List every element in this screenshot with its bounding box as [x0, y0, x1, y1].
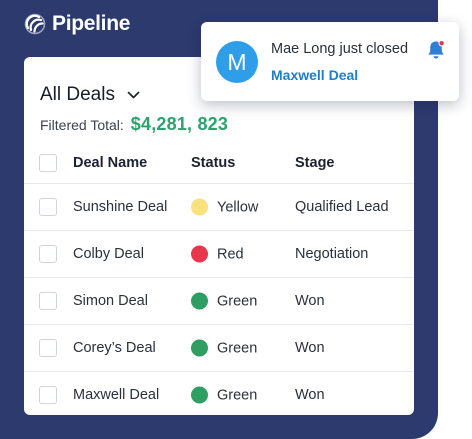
deal-name: Simon Deal	[73, 293, 148, 309]
status-dot-icon	[191, 198, 208, 216]
row-checkbox[interactable]	[39, 245, 57, 263]
deal-name: Colby Deal	[73, 246, 144, 262]
status-label: Yellow	[217, 199, 259, 215]
table-row[interactable]: Corey’s Deal Green Won	[24, 325, 414, 372]
deal-filter-label: All Deals	[40, 84, 115, 105]
deal-status: Green	[191, 386, 258, 404]
deals-panel: All Deals Filtered Total: $4,281, 823 De…	[24, 57, 414, 415]
table-row[interactable]: Maxwell Deal Green Won	[24, 372, 414, 415]
deals-table: Deal Name Status Stage Sunshine Deal Yel…	[24, 143, 414, 415]
row-checkbox[interactable]	[39, 339, 57, 357]
deal-stage: Won	[295, 293, 325, 309]
bell-icon[interactable]	[426, 39, 446, 66]
column-header-stage[interactable]: Stage	[295, 155, 335, 171]
row-checkbox[interactable]	[39, 386, 57, 404]
notification-message: Mae Long just closed	[271, 41, 409, 57]
avatar: M	[216, 41, 258, 83]
column-header-status[interactable]: Status	[191, 155, 235, 171]
filtered-total: Filtered Total: $4,281, 823	[40, 114, 228, 135]
deal-name: Corey’s Deal	[73, 340, 156, 356]
status-label: Green	[217, 340, 258, 356]
deal-status: Yellow	[191, 198, 259, 216]
deal-status: Red	[191, 245, 244, 263]
deal-stage: Negotiation	[295, 246, 369, 262]
select-all-checkbox[interactable]	[39, 154, 57, 172]
table-header: Deal Name Status Stage	[24, 143, 414, 184]
deal-stage: Qualified Lead	[295, 199, 389, 215]
table-row[interactable]: Simon Deal Green Won	[24, 278, 414, 325]
status-dot-icon	[191, 339, 208, 357]
status-dot-icon	[191, 292, 208, 310]
pipeline-logo-icon	[24, 13, 46, 35]
table-row[interactable]: Colby Deal Red Negotiation	[24, 231, 414, 278]
column-header-deal-name[interactable]: Deal Name	[73, 155, 147, 171]
deal-closed-notification[interactable]: M Mae Long just closed Maxwell Deal	[201, 22, 459, 101]
status-label: Green	[217, 293, 258, 309]
deal-stage: Won	[295, 387, 325, 403]
filtered-total-label: Filtered Total:	[40, 117, 124, 133]
status-label: Red	[217, 246, 244, 262]
row-checkbox[interactable]	[39, 292, 57, 310]
row-checkbox[interactable]	[39, 198, 57, 216]
deal-name: Sunshine Deal	[73, 199, 168, 215]
table-row[interactable]: Sunshine Deal Yellow Qualified Lead	[24, 184, 414, 231]
app-name: Pipeline	[52, 12, 131, 35]
app-logo[interactable]: Pipeline	[24, 12, 130, 36]
deal-filter-dropdown[interactable]: All Deals	[40, 84, 140, 106]
deal-name: Maxwell Deal	[73, 387, 160, 403]
notification-deal-link[interactable]: Maxwell Deal	[271, 67, 358, 83]
deal-status: Green	[191, 339, 258, 357]
status-label: Green	[217, 387, 258, 403]
status-dot-icon	[191, 245, 208, 263]
filtered-total-value: $4,281, 823	[130, 114, 229, 134]
deal-status: Green	[191, 292, 258, 310]
deal-stage: Won	[295, 340, 325, 356]
chevron-down-icon	[127, 91, 140, 99]
status-dot-icon	[191, 386, 208, 404]
